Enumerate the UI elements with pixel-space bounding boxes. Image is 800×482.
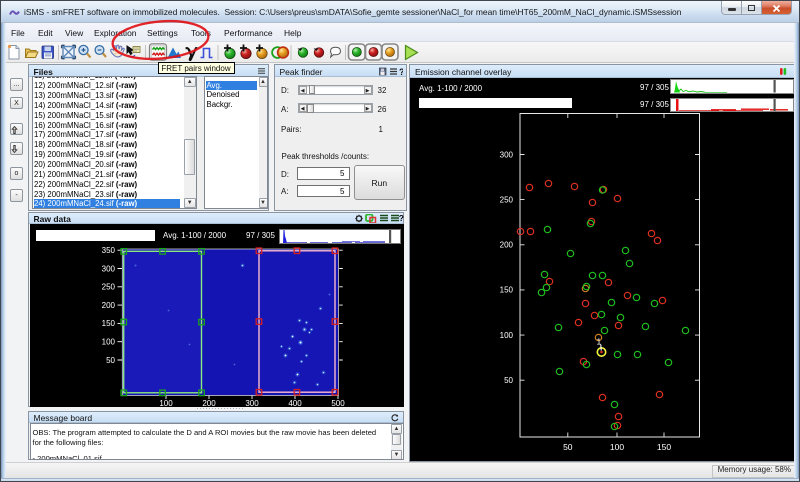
svg-text:300: 300	[245, 399, 259, 406]
svg-text:250: 250	[499, 195, 513, 204]
svg-text:300: 300	[499, 150, 513, 159]
svg-text:500: 500	[331, 399, 345, 406]
svg-text:50: 50	[504, 376, 513, 385]
svg-text:150: 150	[101, 319, 115, 328]
svg-text:100: 100	[609, 442, 623, 452]
svg-text:?: ?	[399, 67, 403, 76]
svg-text:300: 300	[101, 264, 115, 273]
svg-text:200: 200	[202, 399, 216, 406]
svg-text:200: 200	[101, 300, 115, 309]
svg-text:400: 400	[288, 399, 302, 406]
svg-text:250: 250	[101, 282, 115, 291]
svg-text:50: 50	[563, 442, 573, 452]
svg-text:100: 100	[101, 337, 115, 346]
svg-text:100: 100	[159, 399, 173, 406]
svg-text:350: 350	[101, 246, 115, 255]
svg-text:50: 50	[106, 355, 115, 364]
svg-text:150: 150	[499, 285, 513, 294]
svg-text:200: 200	[499, 240, 513, 249]
svg-text:100: 100	[499, 330, 513, 339]
svg-text:150: 150	[656, 442, 670, 452]
